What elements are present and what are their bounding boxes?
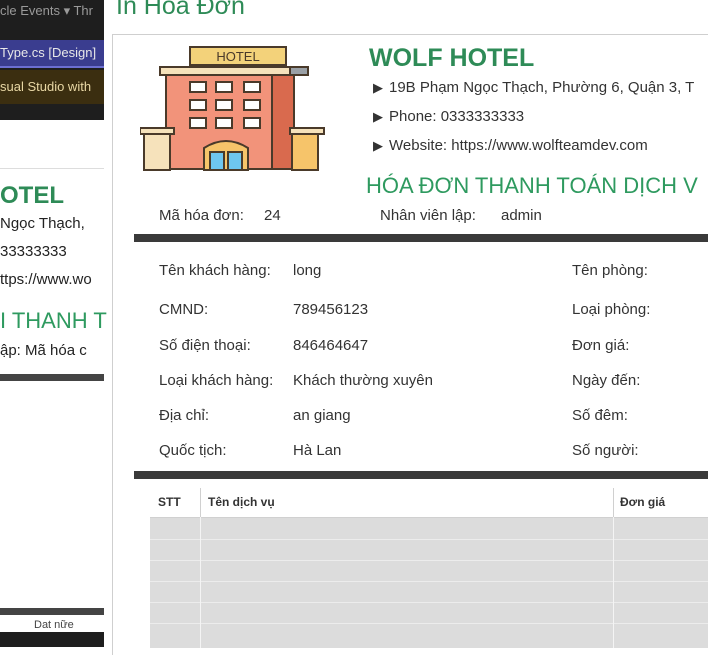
staff-label: Nhân viên lập:	[380, 207, 476, 224]
logo-sign-text: HOTEL	[216, 49, 259, 64]
ghost-phone: 33333333	[0, 243, 67, 260]
triangle-right-icon: ▶	[373, 138, 383, 153]
ghost-tab-label: Dat nữe	[34, 619, 74, 631]
table-col-line	[200, 517, 201, 648]
column-header-stt[interactable]: STT	[158, 488, 181, 517]
table-body	[150, 518, 708, 648]
triangle-right-icon: ▶	[373, 80, 383, 95]
hotel-address: ▶ 19B Phạm Ngọc Thạch, Phường 6, Quận 3, …	[373, 79, 694, 96]
table-header: STT Tên dịch vụ Đơn giá	[150, 488, 708, 518]
column-divider	[613, 488, 614, 517]
ghost-footer	[0, 632, 104, 647]
customer-cmnd-label: CMND:	[159, 301, 209, 318]
background-editor: cle Events ▾ Thr Type.cs [Design] sual S…	[0, 0, 112, 647]
hotel-phone-text: Phone: 0333333333	[389, 108, 525, 125]
table-row-line	[150, 623, 708, 624]
room-price-label: Đơn giá:	[572, 337, 630, 354]
invoice-id-value: 24	[264, 207, 281, 224]
hotel-website: ▶ Website: https://www.wolfteamdev.com	[373, 137, 648, 154]
ghost-divider	[0, 374, 104, 381]
section-divider-bottom	[134, 471, 708, 479]
customer-address-value: an giang	[293, 407, 351, 424]
triangle-right-icon: ▶	[373, 109, 383, 124]
table-row-line	[150, 560, 708, 561]
column-header-price[interactable]: Đơn giá	[620, 488, 665, 517]
customer-address-label: Địa chỉ:	[159, 407, 210, 424]
customer-nationality-value: Hà Lan	[293, 442, 342, 459]
ghost-hotel-title: OTEL	[0, 182, 64, 209]
room-nights-label: Số đêm:	[572, 407, 628, 424]
table-row-line	[150, 539, 708, 540]
room-people-label: Số người:	[572, 442, 639, 459]
ide-menu-fragment: cle Events ▾ Thr	[0, 3, 93, 18]
table-row-line	[150, 581, 708, 582]
ide-info-banner: sual Studio with	[0, 70, 104, 104]
ghost-divider-bottom	[0, 608, 104, 615]
customer-name-value: long	[293, 262, 322, 279]
ghost-address: Ngọc Thạch,	[0, 215, 85, 232]
customer-type-label: Loại khách hàng:	[159, 372, 274, 389]
customer-cmnd-value: 789456123	[293, 301, 369, 318]
room-type-label: Loại phòng:	[572, 301, 651, 318]
table-row-line	[150, 602, 708, 603]
table-col-line	[613, 517, 614, 648]
room-arrival-label: Ngày đến:	[572, 372, 641, 389]
hotel-building-icon: HOTEL	[140, 46, 325, 171]
customer-nationality-label: Quốc tịch:	[159, 442, 227, 459]
room-name-label: Tên phòng:	[572, 262, 648, 279]
window-title: In Hóa Đơn	[116, 0, 245, 20]
staff-value: admin	[501, 207, 542, 224]
ghost-meta: ập: Mã hóa c	[0, 342, 87, 359]
hotel-address-text: 19B Phạm Ngọc Thạch, Phường 6, Quận 3, T	[389, 79, 695, 96]
ghost-invoice-heading: I THANH T	[0, 308, 107, 333]
section-divider-top	[134, 234, 708, 242]
hotel-phone: ▶ Phone: 0333333333	[373, 108, 524, 125]
customer-name-label: Tên khách hàng:	[159, 262, 271, 279]
customer-phone-label: Số điện thoại:	[159, 337, 251, 354]
column-divider	[200, 488, 201, 517]
hotel-website-text: Website: https://www.wolfteamdev.com	[389, 137, 648, 154]
customer-phone-value: 846464647	[293, 337, 369, 354]
invoice-heading: HÓA ĐƠN THANH TOÁN DỊCH V	[366, 173, 698, 198]
ghost-website: ttps://www.wo	[0, 271, 92, 288]
customer-type-value: Khách thường xuyên	[293, 372, 433, 389]
ide-document-tab[interactable]: Type.cs [Design]	[0, 40, 104, 68]
ide-toolbar-area: cle Events ▾ Thr Type.cs [Design] sual S…	[0, 0, 104, 120]
ghost-separator	[0, 168, 104, 169]
invoice-id-label: Mã hóa đơn:	[159, 207, 244, 224]
column-header-service-name[interactable]: Tên dịch vụ	[208, 488, 275, 517]
hotel-name: WOLF HOTEL	[369, 44, 535, 72]
services-table[interactable]: STT Tên dịch vụ Đơn giá	[150, 488, 708, 648]
